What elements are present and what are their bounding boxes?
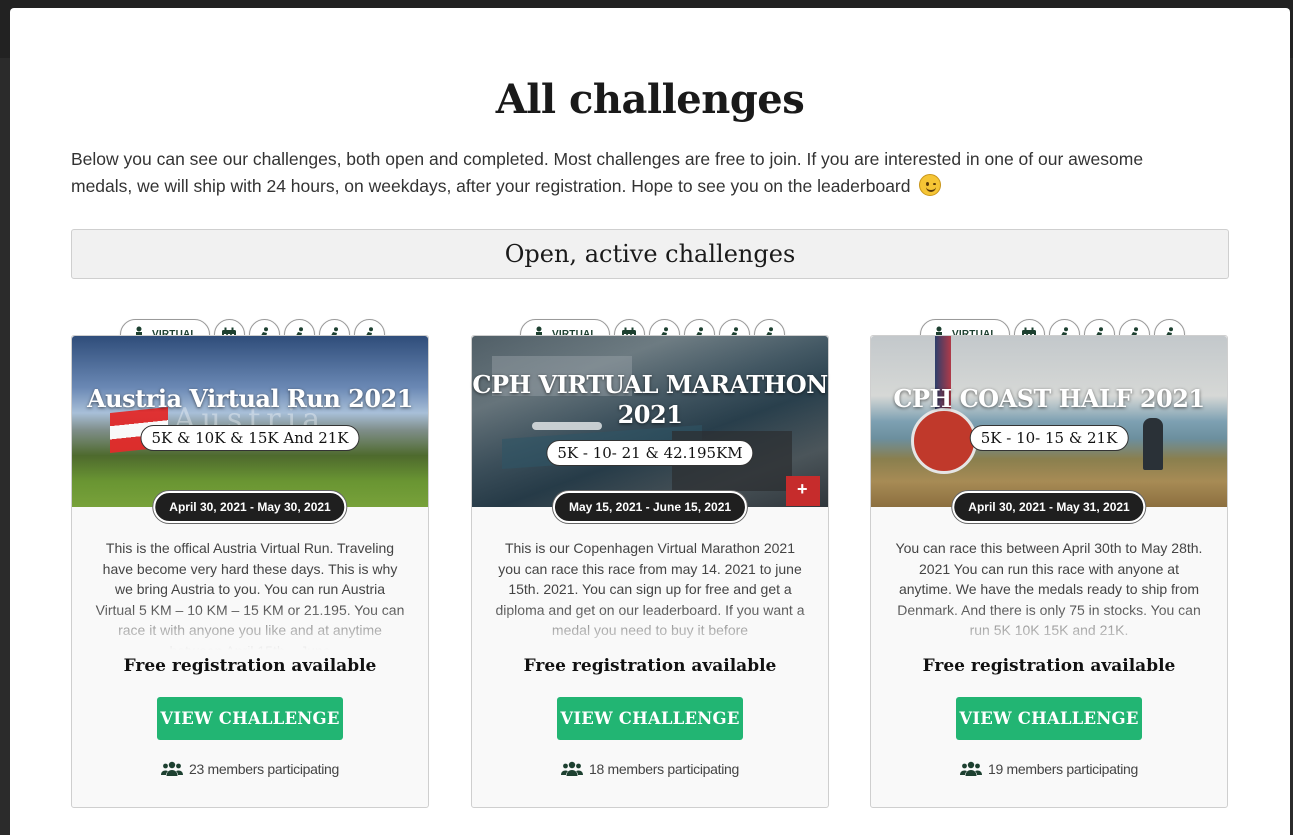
challenges-page: All challenges Below you can see our cha… <box>10 8 1290 835</box>
members-count: 19 members participating <box>871 761 1227 777</box>
section-heading-open-challenges: Open, active challenges <box>71 229 1229 279</box>
challenge-description: You can race this between April 30th to … <box>893 538 1205 650</box>
members-count: 23 members participating <box>72 761 428 777</box>
users-icon <box>161 761 183 776</box>
challenge-image: Austria <box>72 336 428 507</box>
danish-flag-logo <box>786 476 820 506</box>
date-range-pill: May 15, 2021 - June 15, 2021 <box>552 491 748 523</box>
distance-pill: 5K - 10- 21 & 42.195KM <box>546 440 754 466</box>
distance-pill: 5K & 10K & 15K And 21K <box>140 425 360 451</box>
members-count-text: 18 members participating <box>589 761 739 777</box>
members-count-text: 19 members participating <box>988 761 1138 777</box>
medal-image <box>911 408 977 474</box>
page-title: All challenges <box>495 76 805 123</box>
runner-image <box>1143 418 1163 470</box>
users-icon <box>960 761 982 776</box>
users-icon <box>561 761 583 776</box>
challenge-title: Austria Virtual Run 2021 <box>87 384 413 413</box>
intro-text-content: Below you can see our challenges, both o… <box>71 149 1144 196</box>
challenge-description: This is the offical Austria Virtual Run.… <box>94 538 406 650</box>
view-challenge-button[interactable]: VIEW CHALLENGE <box>956 697 1142 740</box>
challenge-title: CPH VIRTUAL MARATHON 2021 <box>472 370 828 429</box>
challenge-description: This is our Copenhagen Virtual Marathon … <box>494 538 806 650</box>
free-registration-label: Free registration available <box>523 656 777 676</box>
date-range-pill: April 30, 2021 - May 30, 2021 <box>153 491 347 523</box>
challenge-card-austria: Austria Austria Virtual Run 2021 5K & 10… <box>71 335 429 808</box>
free-registration-label: Free registration available <box>922 656 1176 676</box>
challenge-image <box>871 336 1227 507</box>
distance-pill: 5K - 10- 15 & 21K <box>969 425 1129 451</box>
intro-text: Below you can see our challenges, both o… <box>71 146 1201 200</box>
date-range-pill: April 30, 2021 - May 31, 2021 <box>952 491 1146 523</box>
free-registration-label: Free registration available <box>123 656 377 676</box>
members-count: 18 members participating <box>472 761 828 777</box>
challenge-card-cph-marathon: CPH VIRTUAL MARATHON 2021 5K - 10- 21 & … <box>471 335 829 808</box>
view-challenge-button[interactable]: VIEW CHALLENGE <box>157 697 343 740</box>
challenge-title: CPH COAST HALF 2021 <box>893 384 1205 413</box>
challenge-card-cph-coast: CPH COAST HALF 2021 5K - 10- 15 & 21K Ap… <box>870 335 1228 808</box>
view-challenge-button[interactable]: VIEW CHALLENGE <box>557 697 743 740</box>
wink-emoji-icon <box>919 174 942 196</box>
members-count-text: 23 members participating <box>189 761 339 777</box>
